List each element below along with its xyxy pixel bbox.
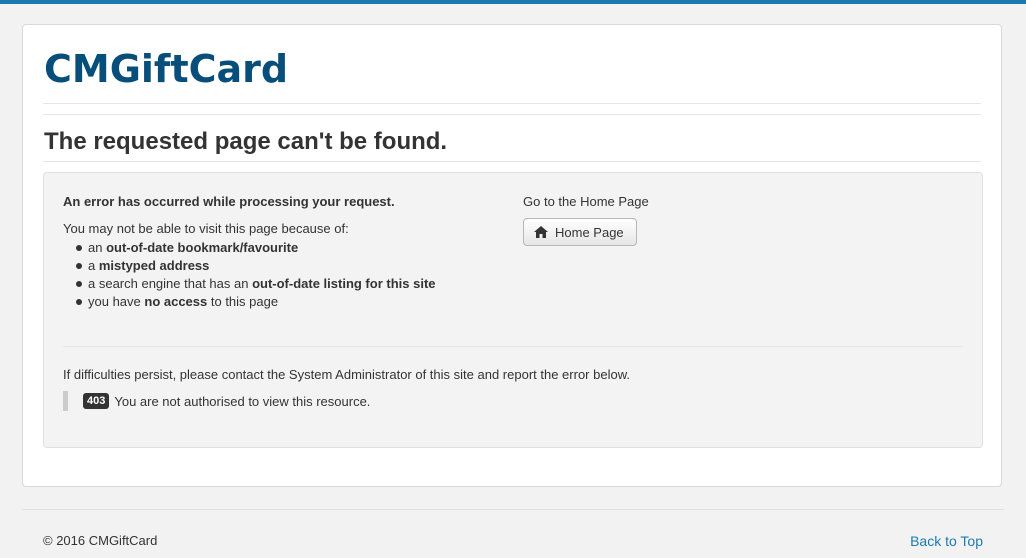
reasons-intro: You may not be able to visit this page b… [63,221,349,236]
main-container: CMGiftCard The requested page can't be f… [22,24,1002,487]
error-blockquote: 403 You are not authorised to view this … [63,391,370,411]
home-page-button[interactable]: Home Page [523,218,637,246]
list-item: you have no access to this page [63,293,436,311]
error-heading: An error has occurred while processing y… [63,194,395,209]
copyright: © 2016 CMGiftCard [43,533,158,548]
error-code-badge: 403 [83,393,110,409]
bullet-icon [76,299,82,305]
header-divider [43,103,981,104]
list-item: a mistyped address [63,257,436,275]
panel-divider [63,346,963,347]
error-panel: An error has occurred while processing y… [43,172,983,448]
footer-divider [22,509,1004,510]
title-divider [43,161,981,162]
home-page-label: Go to the Home Page [523,194,649,209]
list-item: an out-of-date bookmark/favourite [63,239,436,257]
reasons-list: an out-of-date bookmark/favourite a mist… [63,239,436,311]
header-divider-2 [43,114,981,115]
bullet-icon [76,281,82,287]
bullet-icon [76,263,82,269]
home-page-button-label: Home Page [555,224,624,240]
bullet-icon [76,245,82,251]
site-brand[interactable]: CMGiftCard [44,47,288,91]
page-title: The requested page can't be found. [44,128,448,155]
error-message: You are not authorised to view this reso… [114,393,371,409]
list-item: a search engine that has an out-of-date … [63,275,436,293]
home-icon [534,226,548,238]
persist-message: If difficulties persist, please contact … [63,367,630,382]
back-to-top-link[interactable]: Back to Top [910,533,983,549]
